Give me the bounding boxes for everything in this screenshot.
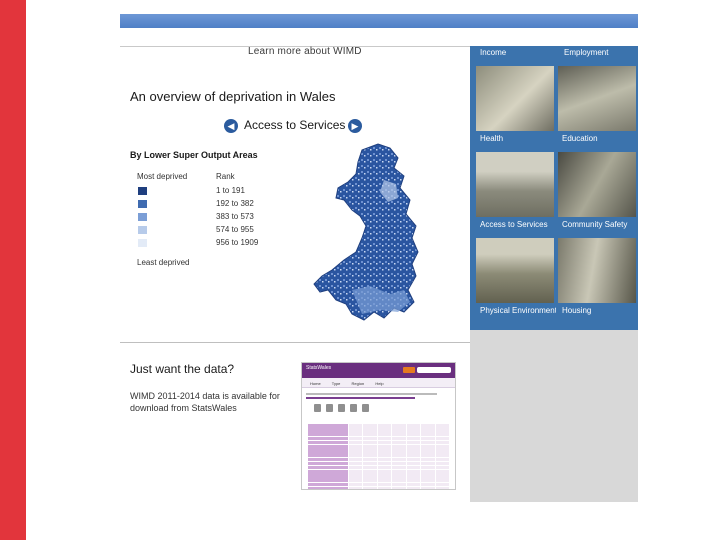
map-subhead: By Lower Super Output Areas (130, 150, 258, 160)
statswales-table-row (308, 461, 449, 466)
slide: Learn more about WIMD An overview of dep… (0, 0, 720, 540)
tile-top-label[interactable]: Income (480, 48, 506, 57)
housing-photo (558, 238, 636, 303)
legend-swatch (138, 187, 147, 195)
header-band (120, 14, 638, 28)
access-services-selector: ◀ Access to Services ▶ (224, 117, 364, 135)
legend-rank: 1 to 191 (216, 186, 245, 195)
wales-deprivation-map[interactable] (300, 140, 470, 345)
tile-education[interactable]: Education (556, 64, 638, 145)
legend-most-deprived: Most deprived (137, 172, 188, 181)
legend-rank: 574 to 955 (216, 225, 254, 234)
statswales-table-row (308, 453, 449, 457)
section-divider (120, 342, 472, 343)
statswales-table-row (308, 432, 449, 436)
statswales-search-button (403, 367, 415, 373)
statswales-table-row (308, 478, 449, 483)
statswales-header: StatsWales (302, 363, 455, 378)
statswales-table-row (308, 440, 449, 445)
legend-rank: 956 to 1909 (216, 238, 259, 247)
community-safety-photo (558, 152, 636, 217)
toolbar-icon (350, 404, 357, 412)
tile-top-label[interactable]: Employment (564, 48, 608, 57)
legend-rank-header: Rank (216, 172, 235, 181)
tile-label: Education (562, 134, 598, 143)
statswales-table (308, 424, 449, 489)
tile-health[interactable]: Health (474, 64, 556, 145)
statswales-brand: StatsWales (306, 365, 332, 371)
statswales-table-row (308, 470, 449, 474)
domain-tiles-panel: Income Employment Health Education Acces… (470, 46, 638, 330)
statswales-nav-item: Region (351, 381, 365, 386)
overview-title: An overview of deprivation in Wales (130, 89, 336, 104)
legend-rank: 192 to 382 (216, 199, 254, 208)
legend-swatch (138, 226, 147, 234)
statswales-nav: Home Type Region Help (302, 378, 455, 388)
toolbar-icon (338, 404, 345, 412)
tile-label: Access to Services (480, 220, 548, 229)
education-photo (558, 66, 636, 131)
tile-label: Housing (562, 306, 592, 315)
tile-label: Physical Environment (480, 306, 556, 315)
legend-swatch (138, 239, 147, 247)
toolbar-icon (314, 404, 321, 412)
legend-rank: 383 to 573 (216, 212, 254, 221)
statswales-table-row (308, 436, 449, 441)
statswales-table-row (308, 486, 449, 489)
next-arrow-icon[interactable]: ▶ (348, 119, 362, 133)
tile-access-to-services[interactable]: Access to Services (474, 150, 556, 231)
toolbar-icon (326, 404, 333, 412)
statswales-table-row (308, 428, 449, 432)
just-data-title: Just want the data? (130, 362, 235, 376)
statswales-table-row (308, 457, 449, 462)
health-photo (476, 66, 554, 131)
access-services-label: Access to Services (244, 118, 346, 132)
statswales-nav-item: Home (310, 381, 321, 386)
legend-swatch (138, 200, 147, 208)
legend-least-deprived: Least deprived (137, 258, 190, 267)
statswales-table-row (308, 482, 449, 487)
statswales-nav-item: Type (331, 381, 341, 386)
grey-panel (470, 330, 638, 502)
prev-arrow-icon[interactable]: ◀ (224, 119, 238, 133)
statswales-table-row (308, 474, 449, 478)
tile-community-safety[interactable]: Community Safety (556, 150, 638, 231)
toolbar-icon (362, 404, 369, 412)
statswales-toolbar (314, 404, 443, 412)
access-photo (476, 152, 554, 217)
statswales-body (302, 388, 455, 420)
statswales-search-field (417, 367, 451, 373)
environment-photo (476, 238, 554, 303)
just-data-text: WIMD 2011-2014 data is available for dow… (130, 391, 280, 413)
statswales-table-row (308, 465, 449, 470)
tile-housing[interactable]: Housing (556, 236, 638, 317)
statswales-table-row (308, 449, 449, 453)
tile-label: Community Safety (562, 220, 628, 229)
learn-more-link[interactable]: Learn more about WIMD (248, 46, 362, 57)
red-side-bar (0, 0, 26, 540)
legend-swatch (138, 213, 147, 221)
statswales-table-row (308, 424, 449, 428)
tile-label: Health (480, 134, 504, 143)
statswales-screenshot[interactable]: StatsWales Home Type Region Help (301, 362, 456, 490)
statswales-nav-item: Help (375, 381, 384, 386)
statswales-table-row (308, 444, 449, 449)
tile-physical-environment[interactable]: Physical Environment (474, 236, 556, 317)
